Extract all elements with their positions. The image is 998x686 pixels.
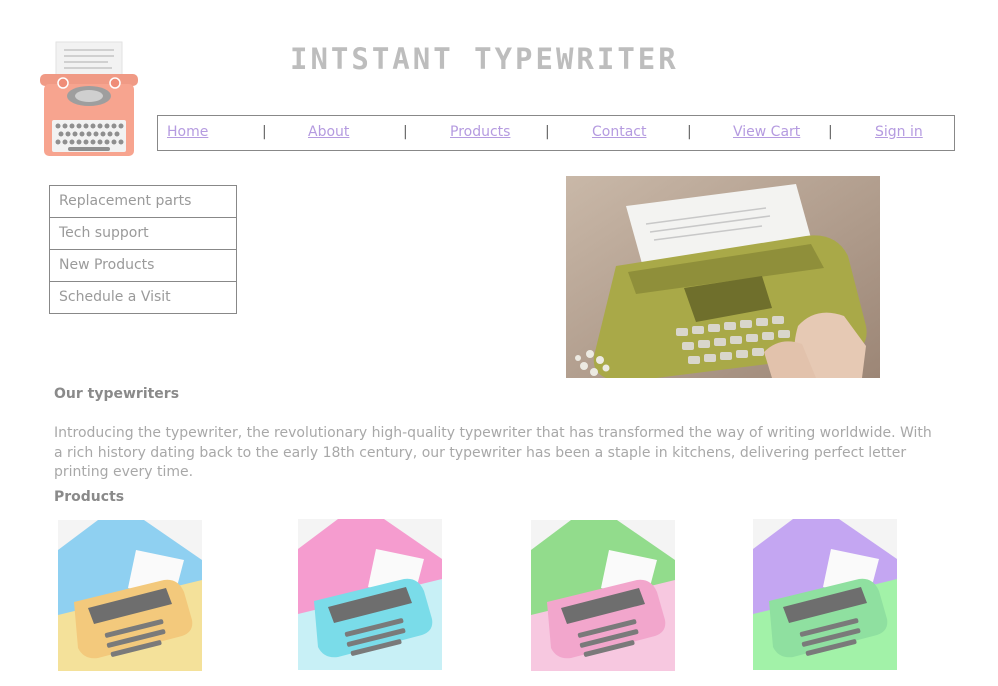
nav-home-link[interactable]: Home: [167, 124, 208, 140]
sidebar-item-new-products[interactable]: New Products: [50, 250, 236, 282]
nav-separator: |: [687, 124, 692, 140]
nav-contact-link[interactable]: Contact: [592, 124, 646, 140]
sidebar-item-schedule-visit[interactable]: Schedule a Visit: [50, 282, 236, 314]
nav-view-cart-link[interactable]: View Cart: [733, 124, 800, 140]
sidebar-item-replacement-parts[interactable]: Replacement parts: [50, 186, 236, 218]
nav-about-link[interactable]: About: [308, 124, 349, 140]
section-heading-products: Products: [54, 489, 125, 505]
nav-separator: |: [403, 124, 408, 140]
nav-sign-in-link[interactable]: Sign in: [875, 124, 923, 140]
product-pink-typewriter-image[interactable]: [531, 520, 675, 671]
main-nav: Home | About | Products | Contact | View…: [157, 115, 955, 151]
intro-paragraph: Introducing the typewriter, the revoluti…: [54, 425, 932, 480]
nav-separator: |: [262, 124, 267, 140]
product-cyan-typewriter-image[interactable]: [298, 519, 442, 670]
sidebar-menu: Replacement parts Tech support New Produ…: [49, 185, 237, 314]
nav-separator: |: [545, 124, 550, 140]
product-yellow-typewriter-image[interactable]: [58, 520, 202, 671]
sidebar-item-tech-support[interactable]: Tech support: [50, 218, 236, 250]
section-heading-typewriters: Our typewriters: [54, 386, 180, 402]
nav-products-link[interactable]: Products: [450, 124, 510, 140]
nav-separator: |: [828, 124, 833, 140]
product-green-typewriter-image[interactable]: [753, 519, 897, 670]
hero-typewriter-image: [566, 176, 880, 378]
site-title: INTSTANT TYPEWRITER: [290, 42, 679, 76]
typewriter-logo-icon[interactable]: [38, 40, 140, 158]
